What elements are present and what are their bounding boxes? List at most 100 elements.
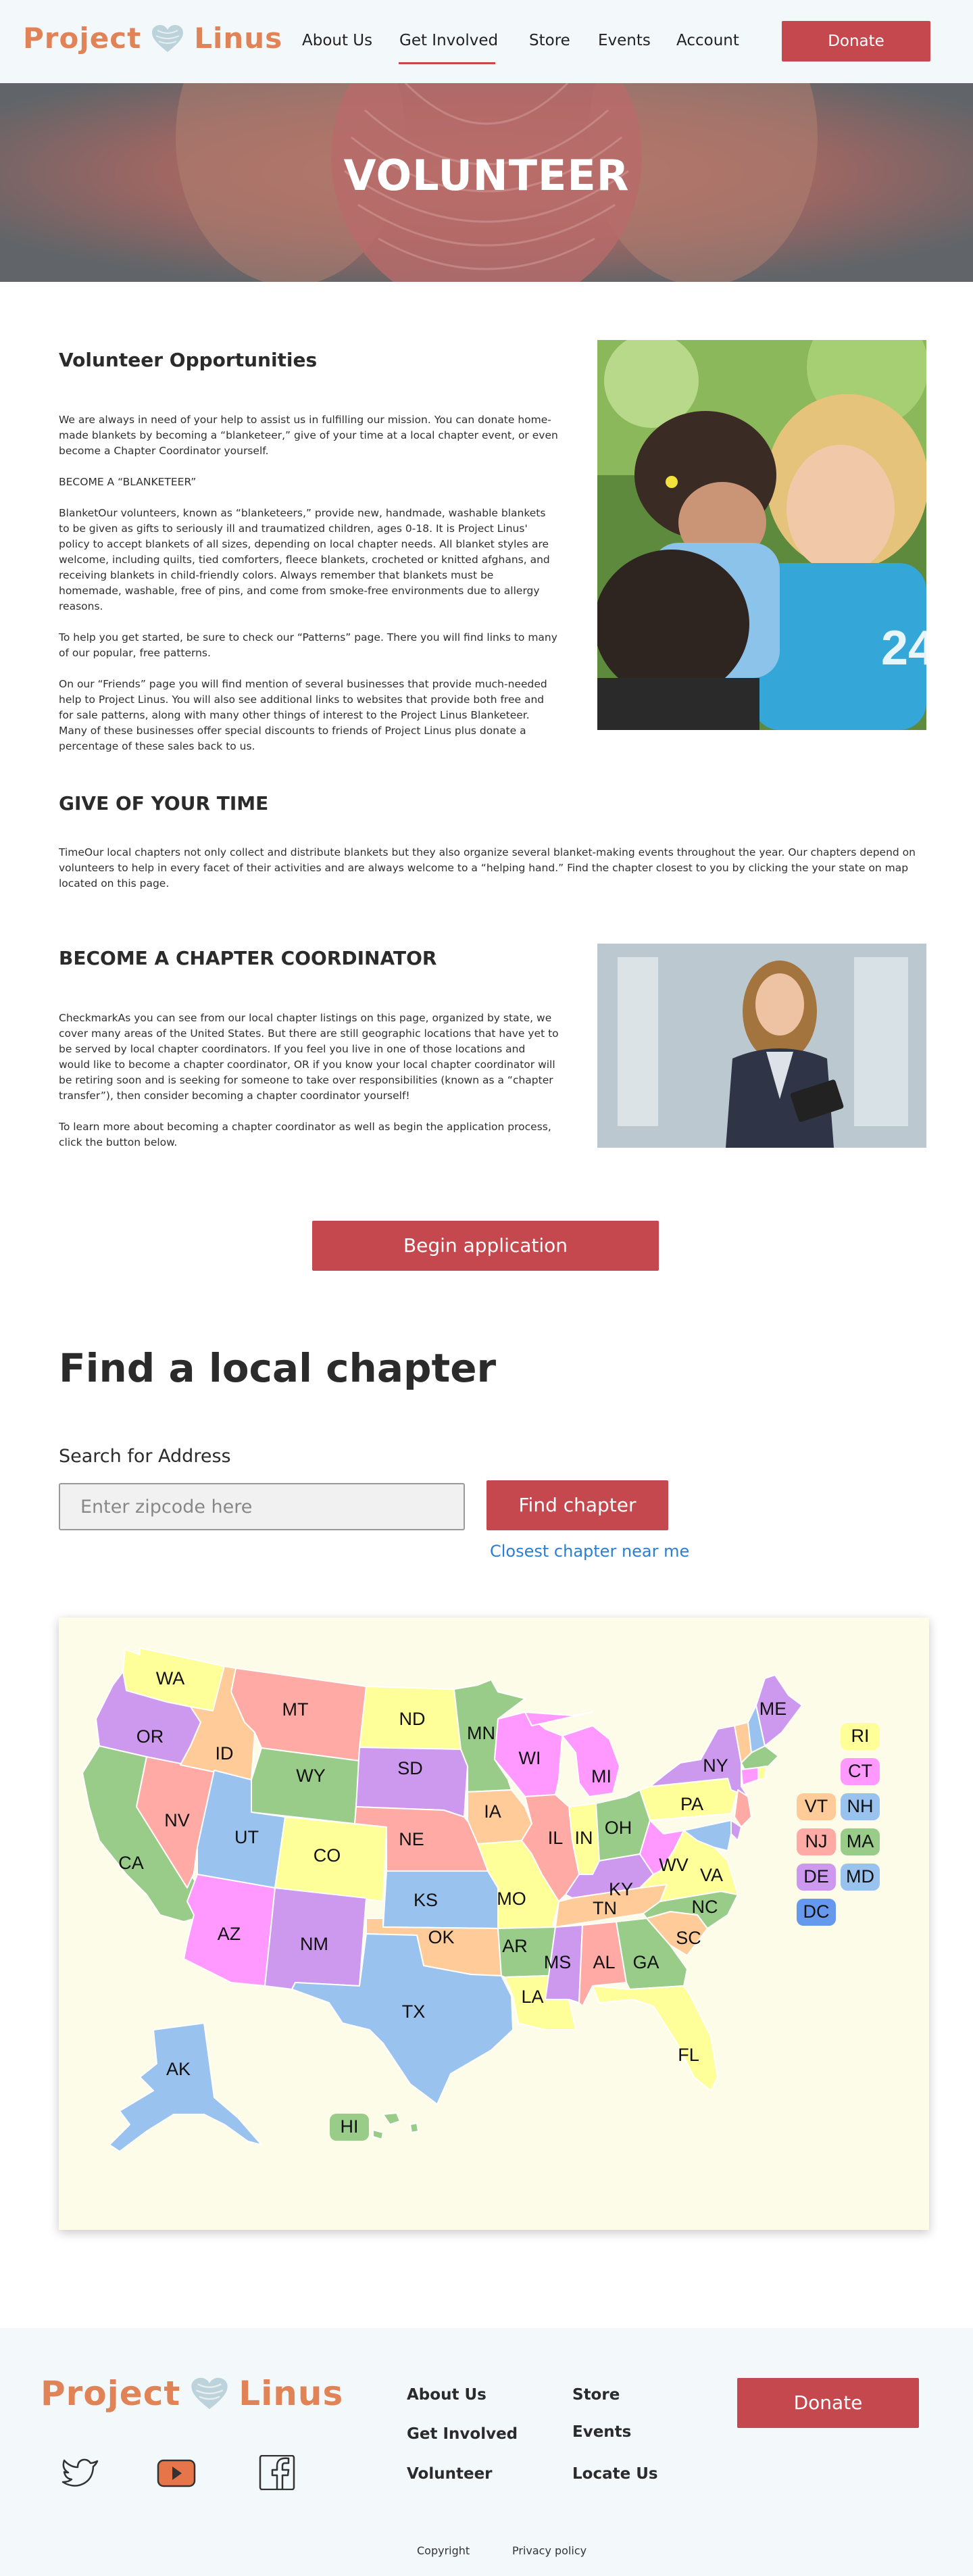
footer-link-events[interactable]: Events <box>572 2423 631 2441</box>
state-RI-map[interactable] <box>757 1766 767 1780</box>
state-label-wa: WA <box>156 1668 185 1688</box>
state-CT-map[interactable] <box>741 1767 759 1786</box>
state-chip-ma[interactable]: MA <box>841 1828 880 1855</box>
state-chip-vt[interactable]: VT <box>797 1793 836 1820</box>
zipcode-input[interactable] <box>59 1483 465 1530</box>
heart-icon <box>152 24 184 52</box>
state-label-nv: NV <box>164 1810 190 1830</box>
logo-word-linus: Linus <box>194 22 283 55</box>
nav-events[interactable]: Events <box>598 32 651 49</box>
svg-text:MD: MD <box>846 1866 874 1887</box>
footer-link-locate-us[interactable]: Locate Us <box>572 2465 658 2483</box>
logo-word-project: Project <box>41 2374 181 2413</box>
nav-store[interactable]: Store <box>529 32 570 49</box>
state-label-ut: UT <box>234 1827 259 1847</box>
site-footer: Project Linus About Us Get Involved Volu… <box>0 2328 973 2576</box>
opportunities-title: Volunteer Opportunities <box>59 349 318 371</box>
state-label-wy: WY <box>296 1766 326 1786</box>
state-chip-de[interactable]: DE <box>797 1864 836 1891</box>
state-label-fl: FL <box>678 2045 699 2065</box>
state-label-mt: MT <box>282 1699 309 1720</box>
footer-privacy-link[interactable]: Privacy policy <box>512 2544 587 2557</box>
state-label-sd: SD <box>397 1758 423 1778</box>
us-states-map: WA OR ID MT WY ND SD MN WI MI IA NE NV CA UT CO KS IL IN OH… <box>59 1618 929 2230</box>
state-label-oh: OH <box>605 1818 632 1838</box>
state-label-or: OR <box>136 1726 164 1747</box>
state-label-mi: MI <box>591 1766 612 1787</box>
opportunities-paragraph: BECOME A “BLANKETEER” <box>59 476 197 488</box>
state-label-ms: MS <box>544 1952 572 1972</box>
state-KS[interactable] <box>382 1870 499 1929</box>
opportunities-paragraph: We are always in need of your help to as… <box>59 414 558 457</box>
state-NJ-map[interactable] <box>734 1789 752 1828</box>
opportunities-paragraph: To help you get started, be sure to chec… <box>59 631 557 659</box>
state-label-ne: NE <box>399 1829 424 1849</box>
state-chip-ct[interactable]: CT <box>841 1758 880 1785</box>
site-header: Project Linus About Us Get Involved Stor… <box>0 0 973 83</box>
site-logo[interactable]: Project Linus <box>23 22 282 55</box>
state-label-ca: CA <box>118 1853 144 1873</box>
svg-text:MA: MA <box>847 1831 874 1851</box>
footer-link-about-us[interactable]: About Us <box>407 2386 487 2404</box>
state-label-id: ID <box>216 1743 234 1764</box>
twitter-icon[interactable] <box>61 2455 100 2490</box>
hero-title: VOLUNTEER <box>343 151 630 200</box>
state-label-ar: AR <box>502 1936 528 1956</box>
footer-link-get-involved[interactable]: Get Involved <box>407 2425 518 2443</box>
nav-account[interactable]: Account <box>676 32 739 49</box>
nav-about-us[interactable]: About Us <box>302 32 372 49</box>
closest-chapter-link[interactable]: Closest chapter near me <box>490 1542 689 1561</box>
state-chip-nh[interactable]: NH <box>841 1793 880 1820</box>
active-nav-indicator <box>399 62 495 64</box>
volunteers-photo: 24 <box>597 340 926 730</box>
state-label-tn: TN <box>593 1898 617 1918</box>
state-label-la: LA <box>521 1987 543 2007</box>
state-label-tx: TX <box>402 2001 426 2022</box>
state-label-ks: KS <box>414 1890 438 1910</box>
state-label-ny: NY <box>703 1755 728 1776</box>
nav-get-involved[interactable]: Get Involved <box>399 32 498 49</box>
state-chip-hi[interactable]: HI <box>330 2114 369 2141</box>
youtube-icon[interactable] <box>157 2455 196 2490</box>
state-label-co: CO <box>314 1845 341 1866</box>
hero-banner: VOLUNTEER <box>0 83 973 282</box>
state-label-ky: KY <box>609 1879 633 1899</box>
header-donate-button[interactable]: Donate <box>782 21 930 62</box>
footer-donate-button[interactable]: Donate <box>737 2378 919 2428</box>
state-label-va: VA <box>700 1865 723 1885</box>
footer-copyright-link[interactable]: Copyright <box>417 2544 470 2557</box>
logo-word-project: Project <box>23 22 142 55</box>
state-label-ga: GA <box>632 1952 659 1972</box>
state-chip-nj[interactable]: NJ <box>797 1828 836 1855</box>
opportunities-paragraph: BlanketOur volunteers, known as “blanket… <box>59 507 550 612</box>
svg-text:RI: RI <box>851 1726 870 1746</box>
state-label-az: AZ <box>218 1924 241 1944</box>
state-label-al: AL <box>593 1952 615 1972</box>
state-AK[interactable] <box>109 2022 262 2152</box>
state-chip-dc[interactable]: DC <box>797 1899 836 1926</box>
svg-text:CT: CT <box>848 1761 872 1781</box>
footer-link-volunteer[interactable]: Volunteer <box>407 2465 493 2483</box>
svg-text:DC: DC <box>803 1901 830 1922</box>
give-time-body: TimeOur local chapters not only collect … <box>59 846 916 890</box>
coordinator-title: BECOME A CHAPTER COORDINATOR <box>59 947 437 969</box>
state-label-ok: OK <box>428 1927 454 1947</box>
footer-link-store[interactable]: Store <box>572 2386 620 2404</box>
logo-word-linus: Linus <box>239 2374 344 2413</box>
state-label-mo: MO <box>497 1889 526 1909</box>
footer-logo[interactable]: Project Linus <box>41 2374 343 2413</box>
state-label-mn: MN <box>467 1723 495 1743</box>
state-label-nc: NC <box>692 1897 718 1917</box>
state-label-ak: AK <box>166 2059 191 2079</box>
find-chapter-button[interactable]: Find chapter <box>487 1480 668 1530</box>
state-chip-md[interactable]: MD <box>841 1864 880 1891</box>
state-FL[interactable] <box>592 1985 718 2091</box>
give-time-title: GIVE OF YOUR TIME <box>59 792 269 815</box>
state-label-pa: PA <box>680 1794 703 1814</box>
begin-application-button[interactable]: Begin application <box>312 1221 659 1271</box>
coordinator-paragraph: To learn more about becoming a chapter c… <box>59 1121 551 1148</box>
state-HI[interactable] <box>372 2112 419 2140</box>
facebook-icon[interactable] <box>257 2454 296 2491</box>
coordinator-photo <box>597 944 926 1148</box>
state-chip-ri[interactable]: RI <box>841 1723 880 1750</box>
